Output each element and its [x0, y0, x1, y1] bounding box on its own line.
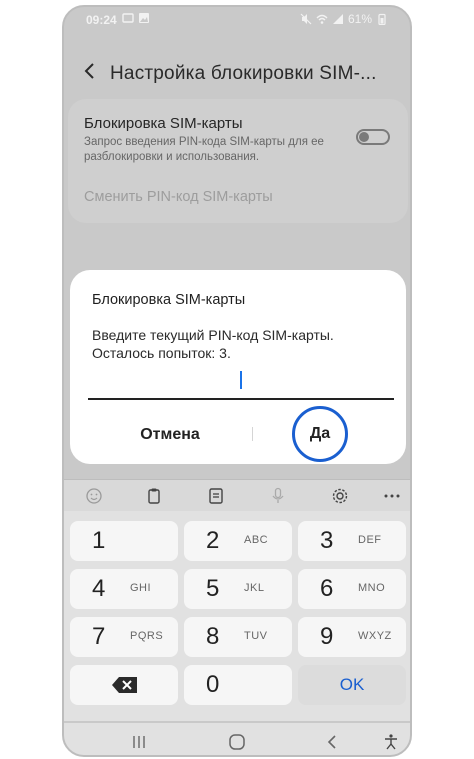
- key-letters: PQRS: [130, 630, 164, 642]
- sim-lock-description: Запрос введения PIN-кода SIM-карты для е…: [84, 136, 324, 163]
- key-number: 5: [206, 575, 220, 602]
- image-icon: [139, 13, 149, 23]
- battery-icon: [378, 13, 386, 25]
- confirm-button[interactable]: Да: [292, 406, 348, 462]
- ok-key-label: OK: [339, 675, 365, 694]
- key-3[interactable]: 3 DEF: [298, 521, 406, 561]
- clipboard-icon[interactable]: [144, 486, 164, 506]
- key-0[interactable]: 0: [184, 665, 292, 705]
- key-6[interactable]: 6 MNO: [298, 569, 406, 609]
- status-bar: 09:24 61%: [64, 7, 410, 33]
- back-nav-icon[interactable]: [324, 733, 342, 751]
- backspace-icon: [112, 677, 137, 693]
- dialog-message: Введите текущий PIN-код SIM-карты. Остал…: [92, 326, 334, 362]
- key-9[interactable]: 9 WXYZ: [298, 617, 406, 657]
- app-header: Настройка блокировки SIM-...: [64, 51, 410, 91]
- accessibility-icon[interactable]: [382, 733, 400, 751]
- key-5[interactable]: 5 JKL: [184, 569, 292, 609]
- recent-apps-icon[interactable]: [130, 733, 148, 751]
- key-number: 6: [320, 575, 334, 602]
- more-options-icon[interactable]: [382, 486, 402, 506]
- toggle-knob: [359, 132, 369, 142]
- key-8[interactable]: 8 TUV: [184, 617, 292, 657]
- key-number: 9: [320, 623, 334, 650]
- cancel-button[interactable]: Отмена: [110, 420, 230, 450]
- text-caret: [240, 371, 242, 389]
- key-number: 3: [320, 527, 334, 554]
- status-left-icons: [122, 12, 150, 24]
- key-1[interactable]: 1: [70, 521, 178, 561]
- key-7[interactable]: 7 PQRS: [70, 617, 178, 657]
- battery-level: 61%: [347, 12, 372, 26]
- microphone-icon[interactable]: [268, 486, 288, 506]
- keyboard-toolbar: [64, 479, 410, 511]
- key-number: 2: [206, 527, 220, 554]
- backspace-key[interactable]: [70, 665, 178, 705]
- emoji-icon[interactable]: [84, 486, 104, 506]
- text-scan-icon[interactable]: [206, 486, 226, 506]
- numeric-keyboard: 1 2 ABC 3 DEF 4 GHI 5 JKL 6 MNO 7 PQRS 8 TUV 9 W…: [64, 511, 410, 721]
- key-letters: GHI: [130, 582, 152, 594]
- dialog-title: Блокировка SIM-карты: [92, 292, 246, 308]
- sim-lock-title: Блокировка SIM-карты: [84, 115, 243, 132]
- key-letters: ABC: [244, 534, 269, 546]
- pin-dialog: Блокировка SIM-карты Введите текущий PIN…: [70, 270, 406, 464]
- status-time: 09:24: [86, 13, 117, 27]
- home-icon[interactable]: [228, 733, 246, 751]
- phone-frame: 09:24 61% Настройка блокировки SIM-... Б…: [62, 5, 412, 757]
- navigation-bar: [64, 723, 410, 755]
- wifi-icon: [316, 14, 328, 24]
- key-4[interactable]: 4 GHI: [70, 569, 178, 609]
- key-letters: WXYZ: [358, 630, 392, 642]
- button-divider: [252, 427, 253, 441]
- key-number: 4: [92, 575, 106, 602]
- key-number: 0: [206, 671, 220, 698]
- sim-lock-toggle[interactable]: [356, 129, 390, 145]
- change-pin-row[interactable]: Сменить PIN-код SIM-карты: [84, 189, 273, 205]
- dialog-message-line2: Осталось попыток: 3.: [92, 345, 231, 361]
- key-letters: DEF: [358, 534, 382, 546]
- page-title: Настройка блокировки SIM-...: [110, 63, 377, 84]
- settings-gear-icon[interactable]: [330, 486, 350, 506]
- dialog-message-line1: Введите текущий PIN-код SIM-карты.: [92, 327, 334, 343]
- back-arrow-icon[interactable]: [78, 59, 102, 83]
- notification-icon: [122, 13, 134, 23]
- signal-icon: [332, 14, 343, 24]
- mute-icon: [300, 13, 312, 25]
- key-number: 8: [206, 623, 220, 650]
- key-number: 1: [92, 527, 106, 554]
- status-right-icons: 61%: [300, 12, 388, 26]
- key-number: 7: [92, 623, 106, 650]
- key-letters: TUV: [244, 630, 268, 642]
- ok-key[interactable]: OK: [298, 665, 406, 705]
- key-letters: JKL: [244, 582, 265, 594]
- key-letters: MNO: [358, 582, 386, 594]
- settings-card: Блокировка SIM-карты Запрос введения PIN…: [68, 99, 408, 223]
- key-2[interactable]: 2 ABC: [184, 521, 292, 561]
